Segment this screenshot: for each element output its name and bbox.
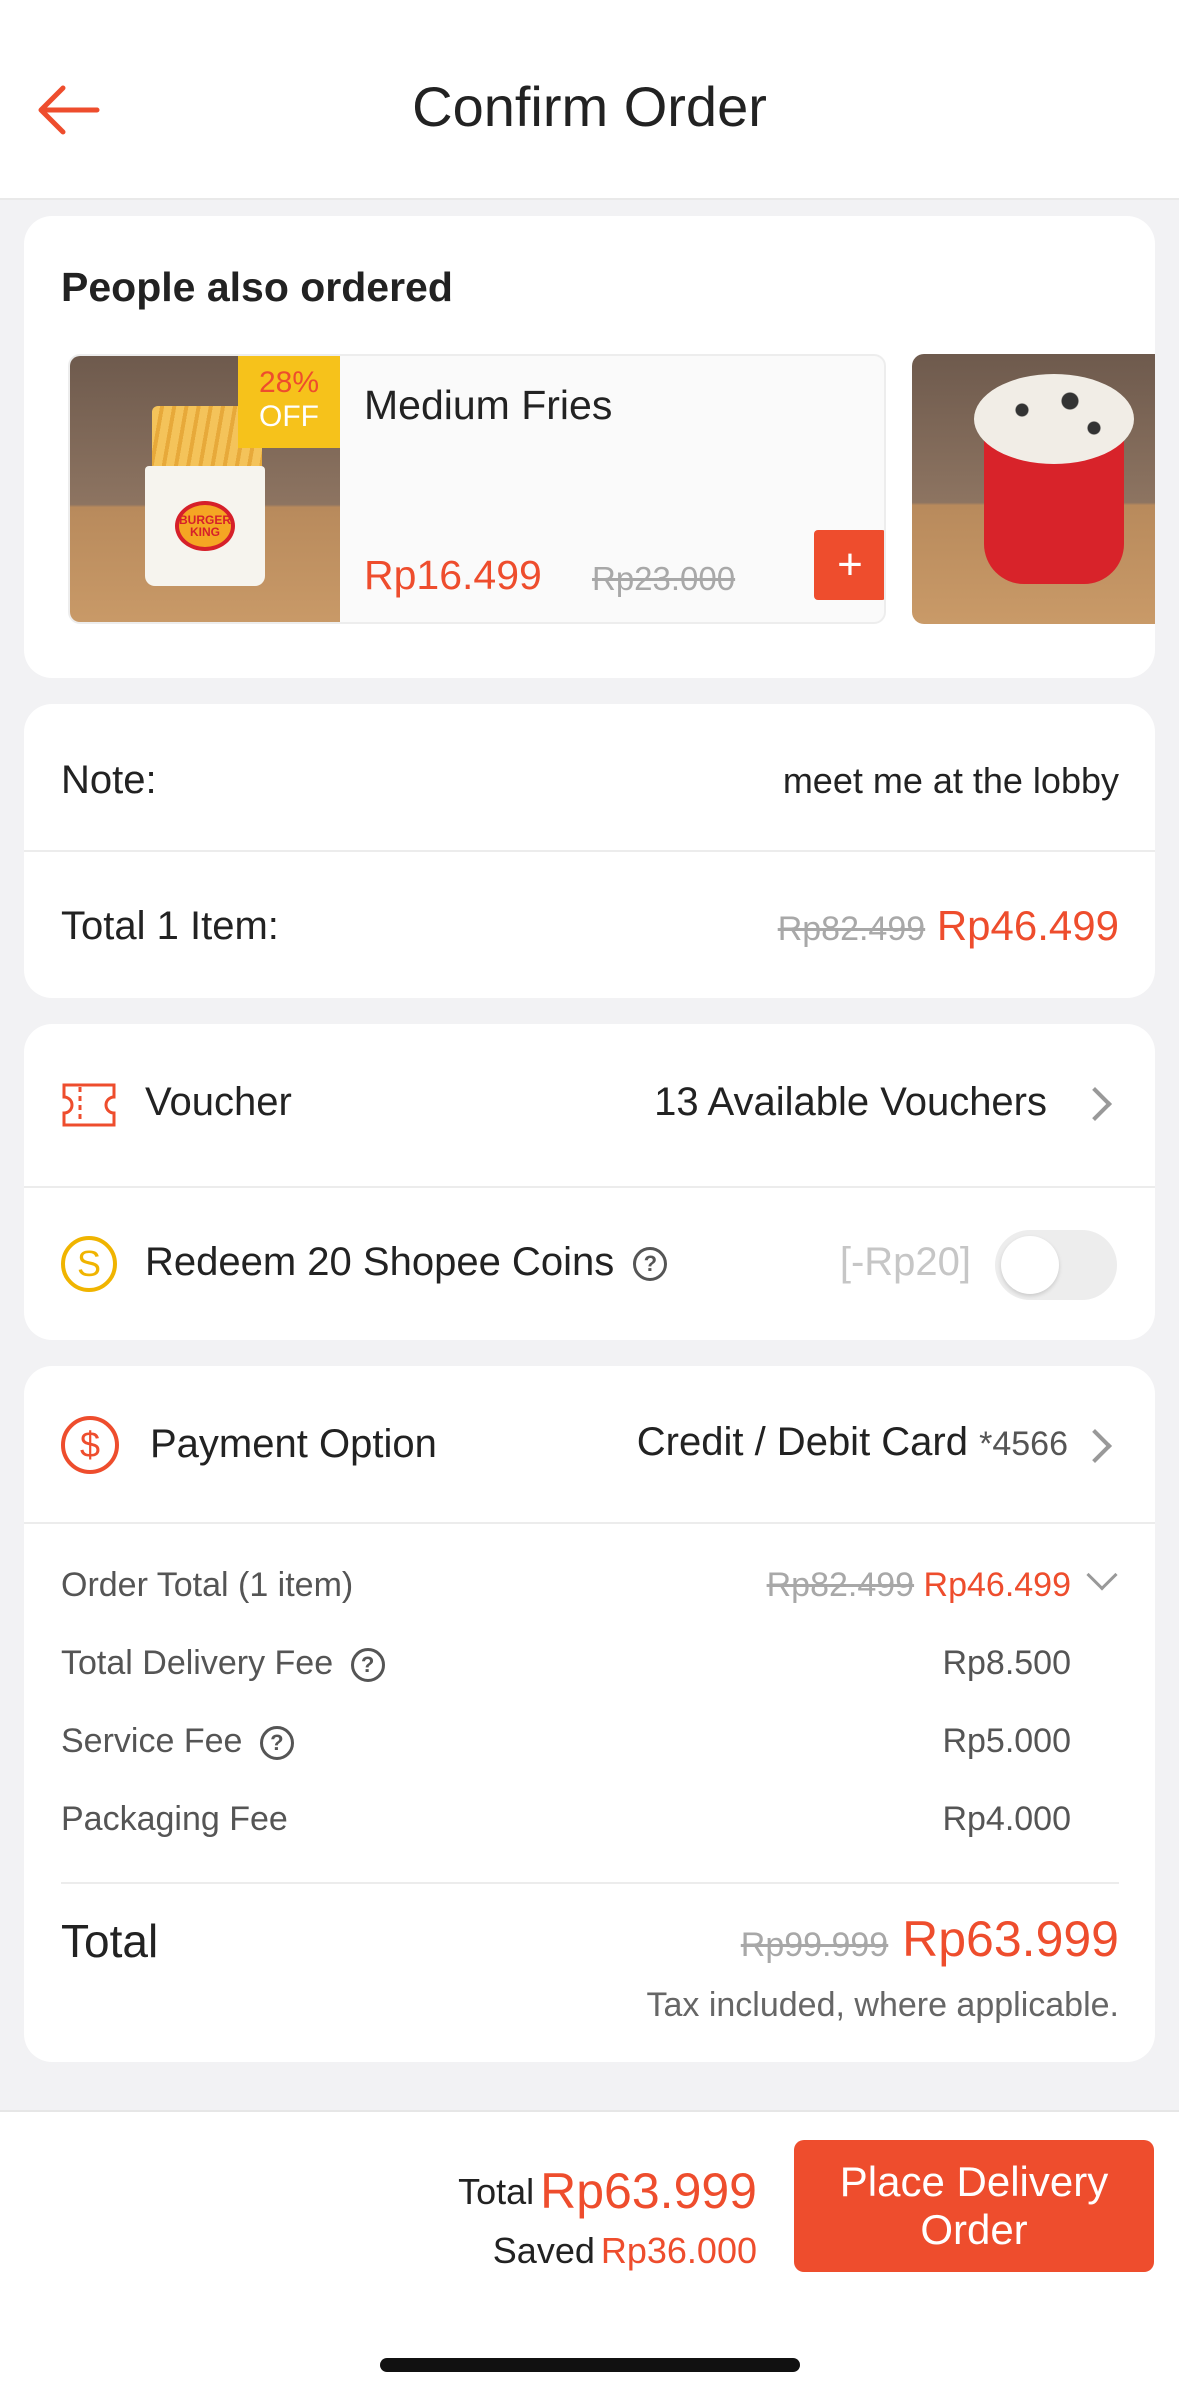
- coins-row: S Redeem 20 Shopee Coins ? [-Rp20]: [24, 1188, 1155, 1340]
- total-old: Rp99.999: [740, 1926, 889, 1964]
- product-price: Rp16.499: [364, 552, 542, 598]
- packaging-fee-label: Packaging Fee: [61, 1800, 288, 1838]
- tax-note: Tax included, where applicable.: [646, 1986, 1119, 2024]
- total-items-new: Rp46.499: [936, 902, 1119, 949]
- bottom-total-label: Total: [458, 2171, 535, 2212]
- bottom-saved: Saved Rp36.000: [493, 2230, 757, 2272]
- place-delivery-order-button[interactable]: Place Delivery Order: [794, 2140, 1154, 2272]
- bottom-bar: Total Rp63.999 Saved Rp36.000 Place Delive…: [0, 2110, 1179, 2396]
- service-fee-label-text: Service Fee: [61, 1722, 243, 1760]
- divider: [24, 1522, 1155, 1524]
- discount-badge: 28% OFF: [238, 356, 340, 448]
- chevron-down-icon[interactable]: [1086, 1559, 1118, 1591]
- brand-logo: BURGER KING: [175, 501, 235, 551]
- header: Confirm Order: [0, 0, 1179, 200]
- payment-summary-section: $ Payment Option Credit / Debit Card *45…: [24, 1366, 1155, 2062]
- coins-toggle[interactable]: [995, 1230, 1117, 1300]
- home-indicator[interactable]: [380, 2358, 800, 2372]
- voucher-available: 13 Available Vouchers: [654, 1080, 1047, 1124]
- chevron-right-icon: [1078, 1429, 1112, 1463]
- people-also-ordered-section: People also ordered BURGER KING 28% OFF M…: [24, 216, 1155, 678]
- divider: [24, 850, 1155, 852]
- payment-dollar-icon: $: [61, 1416, 119, 1474]
- total-label: Total: [61, 1915, 159, 1967]
- total-value: Rp99.999 Rp63.999: [741, 1910, 1119, 1968]
- bottom-total: Total Rp63.999: [458, 2162, 757, 2220]
- bottom-saved-value: Rp36.000: [600, 2230, 757, 2271]
- order-total-old: Rp82.499: [766, 1566, 915, 1604]
- discount-percent: 28%: [258, 366, 320, 399]
- product-name: Medium Fries: [364, 382, 613, 428]
- chevron-right-icon: [1078, 1087, 1112, 1121]
- order-note-section: Note: meet me at the lobby Total 1 Item:…: [24, 704, 1155, 998]
- bottom-total-value: Rp63.999: [540, 2163, 757, 2219]
- packaging-fee-value: Rp4.000: [942, 1800, 1071, 1838]
- toggle-knob: [1001, 1236, 1059, 1294]
- coins-value: [-Rp20]: [839, 1240, 971, 1284]
- help-icon[interactable]: ?: [350, 1648, 385, 1683]
- product-old-price: Rp23.000: [592, 560, 736, 597]
- shopee-coin-icon: S: [61, 1236, 117, 1292]
- payment-label: Payment Option: [150, 1422, 437, 1466]
- payment-option-row[interactable]: $ Payment Option Credit / Debit Card *45…: [24, 1366, 1155, 1522]
- page-title: Confirm Order: [412, 75, 767, 138]
- order-total-value[interactable]: Rp82.499 Rp46.499: [767, 1566, 1071, 1605]
- product-card-2[interactable]: [912, 354, 1155, 624]
- voucher-label: Voucher: [145, 1080, 292, 1124]
- service-fee-label: Service Fee ?: [61, 1722, 294, 1761]
- divider: [61, 1882, 1119, 1884]
- total-items-value: Rp82.499 Rp46.499: [778, 902, 1119, 950]
- note-label: Note:: [61, 758, 157, 802]
- delivery-fee-label-text: Total Delivery Fee: [61, 1644, 334, 1682]
- payment-method: Credit / Debit Card *4566: [637, 1420, 1068, 1465]
- coins-label: Redeem 20 Shopee Coins ?: [145, 1240, 668, 1285]
- section-title: People also ordered: [61, 264, 453, 310]
- product-card[interactable]: BURGER KING 28% OFF Medium Fries Rp16.499…: [68, 354, 886, 624]
- total-items-label: Total 1 Item:: [61, 904, 279, 948]
- delivery-fee-label: Total Delivery Fee ?: [61, 1644, 385, 1683]
- bottom-saved-label: Saved: [492, 2230, 595, 2271]
- dessert-topping-graphic: [974, 374, 1134, 464]
- coins-label-text: Redeem 20 Shopee Coins: [145, 1240, 615, 1284]
- total-items-old: Rp82.499: [777, 910, 926, 948]
- payment-method-name: Credit / Debit Card: [636, 1420, 968, 1464]
- discount-off: OFF: [259, 400, 319, 433]
- order-total-new: Rp46.499: [923, 1566, 1071, 1604]
- help-icon[interactable]: ?: [259, 1726, 294, 1761]
- total-new: Rp63.999: [902, 1911, 1119, 1967]
- service-fee-value: Rp5.000: [942, 1722, 1071, 1760]
- add-to-cart-button[interactable]: +: [814, 530, 884, 600]
- note-value[interactable]: meet me at the lobby: [783, 760, 1119, 802]
- voucher-row[interactable]: Voucher 13 Available Vouchers: [24, 1024, 1155, 1186]
- voucher-icon: [62, 1083, 116, 1127]
- card-suffix: *4566: [979, 1425, 1068, 1463]
- delivery-fee-value: Rp8.500: [942, 1644, 1071, 1682]
- order-total-label: Order Total (1 item): [61, 1566, 354, 1604]
- product-image: BURGER KING 28% OFF: [70, 356, 340, 622]
- help-icon[interactable]: ?: [633, 1247, 668, 1282]
- voucher-coins-section: Voucher 13 Available Vouchers S Redeem 2…: [24, 1024, 1155, 1340]
